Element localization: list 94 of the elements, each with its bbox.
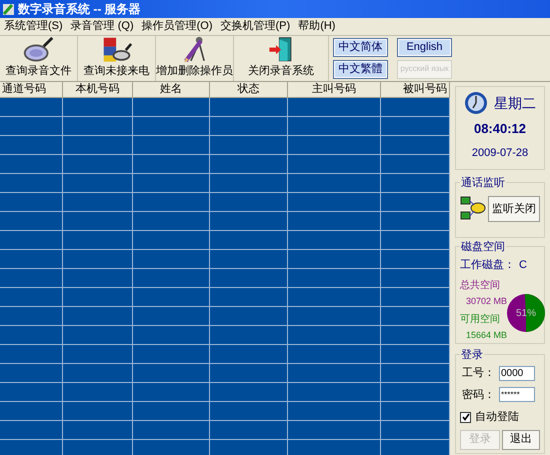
table-cell: [381, 421, 450, 440]
weekday-text: 星期二: [494, 94, 536, 112]
menu-item[interactable]: 录音管理 (Q): [70, 18, 134, 35]
total-space-value: 30702 MB: [465, 294, 506, 308]
table-cell: [0, 421, 63, 440]
language-button[interactable]: 中文简体: [333, 38, 388, 57]
table-cell: [381, 250, 450, 269]
id-label: 工号：: [462, 366, 496, 381]
table-cell: [63, 307, 133, 326]
window-title: 数字录音系统 -- 服务器: [18, 1, 141, 18]
table-cell: [0, 231, 63, 250]
auto-login-label: 自动登陆: [475, 410, 519, 425]
table-cell: [63, 383, 133, 402]
language-button[interactable]: English: [397, 38, 452, 57]
table-cell: [63, 231, 133, 250]
menu-item[interactable]: 帮助(H): [298, 18, 336, 35]
table-cell: [63, 326, 133, 345]
table-cell: [0, 402, 63, 421]
checkbox[interactable]: [460, 412, 471, 423]
menu-item[interactable]: 系统管理(S): [4, 18, 63, 35]
table-cell: [0, 326, 63, 345]
table-cell: [381, 193, 450, 212]
password-field[interactable]: ******: [499, 387, 535, 402]
table-cell: [63, 193, 133, 212]
column-header[interactable]: 本机号码: [63, 82, 133, 98]
column-header[interactable]: 被叫号码: [381, 82, 450, 98]
table-cell: [0, 269, 63, 288]
table-cell: [63, 288, 133, 307]
table-cell: [63, 345, 133, 364]
table-cell: [381, 212, 450, 231]
table-cell: [0, 174, 63, 193]
table-cell: [381, 345, 450, 364]
table-cell: [63, 402, 133, 421]
table-cell: [381, 98, 450, 117]
exit-button[interactable]: 退出: [502, 430, 540, 450]
table-cell: [381, 326, 450, 345]
table-cell: [381, 402, 450, 421]
password-label: 密码：: [462, 388, 496, 402]
column-header[interactable]: 状态: [210, 82, 288, 98]
free-space-value: 15664 MB: [465, 329, 506, 342]
free-space-label: 可用空间: [460, 312, 501, 327]
magnifier-icon: [22, 36, 56, 62]
table-cell: [0, 136, 63, 155]
table-cell: [0, 364, 63, 383]
table-cell: [63, 212, 133, 231]
table-cell: [0, 98, 63, 117]
table-cell: [381, 136, 450, 155]
toolbar-button[interactable]: 关闭录音系统: [234, 36, 329, 81]
toolbar-button[interactable]: 查询未接来电: [78, 36, 156, 81]
table-cell: [63, 117, 133, 136]
table-cell: [381, 174, 450, 193]
table-cell: [63, 155, 133, 174]
table-cell: [381, 117, 450, 136]
table-cell: [0, 345, 63, 364]
table-cell: [381, 307, 450, 326]
clock-icon: [464, 91, 488, 115]
table-cell: [0, 250, 63, 269]
table-cell: [0, 307, 63, 326]
table-cell: [0, 117, 63, 136]
language-button[interactable]: 中文繁體: [333, 60, 388, 78]
table-cell: [0, 383, 63, 402]
table-cell: [381, 155, 450, 174]
date-text: 2009-07-28: [472, 146, 528, 160]
id-field[interactable]: 0000: [499, 366, 535, 381]
table-cell: [381, 364, 450, 383]
toolbar-button[interactable]: 查询录音文件: [0, 36, 78, 81]
menu-item[interactable]: 交换机管理(P): [220, 18, 290, 35]
table-cell: [63, 136, 133, 155]
table-cell: [381, 288, 450, 307]
app-icon: [2, 2, 15, 16]
table-cell: [63, 98, 133, 117]
table-cell: [0, 193, 63, 212]
check-icon: [462, 413, 470, 422]
table-cell: [0, 288, 63, 307]
drive-label: 工作磁盘：: [460, 258, 515, 273]
table-cell: [63, 421, 133, 440]
table-cell: [381, 269, 450, 288]
toolbar-button[interactable]: 增加删除操作员: [156, 36, 234, 81]
time-text: 08:40:12: [474, 120, 526, 138]
table-cell: [63, 250, 133, 269]
monitor-off-button[interactable]: 监听关闭: [488, 196, 540, 222]
drive-value: C: [519, 258, 527, 273]
table-cell: [381, 231, 450, 250]
table-cell: [381, 383, 450, 402]
menu-item[interactable]: 操作员管理(O): [142, 18, 213, 35]
table-cell: [63, 174, 133, 193]
table-cell: [0, 212, 63, 231]
table-cell: [0, 155, 63, 174]
table-cell: [63, 364, 133, 383]
column-header[interactable]: 主叫号码: [288, 82, 381, 98]
total-space-label: 总共空间: [460, 278, 501, 292]
column-header[interactable]: 姓名: [133, 82, 210, 98]
column-header[interactable]: 通道号码: [0, 82, 63, 98]
table-cell: [63, 269, 133, 288]
